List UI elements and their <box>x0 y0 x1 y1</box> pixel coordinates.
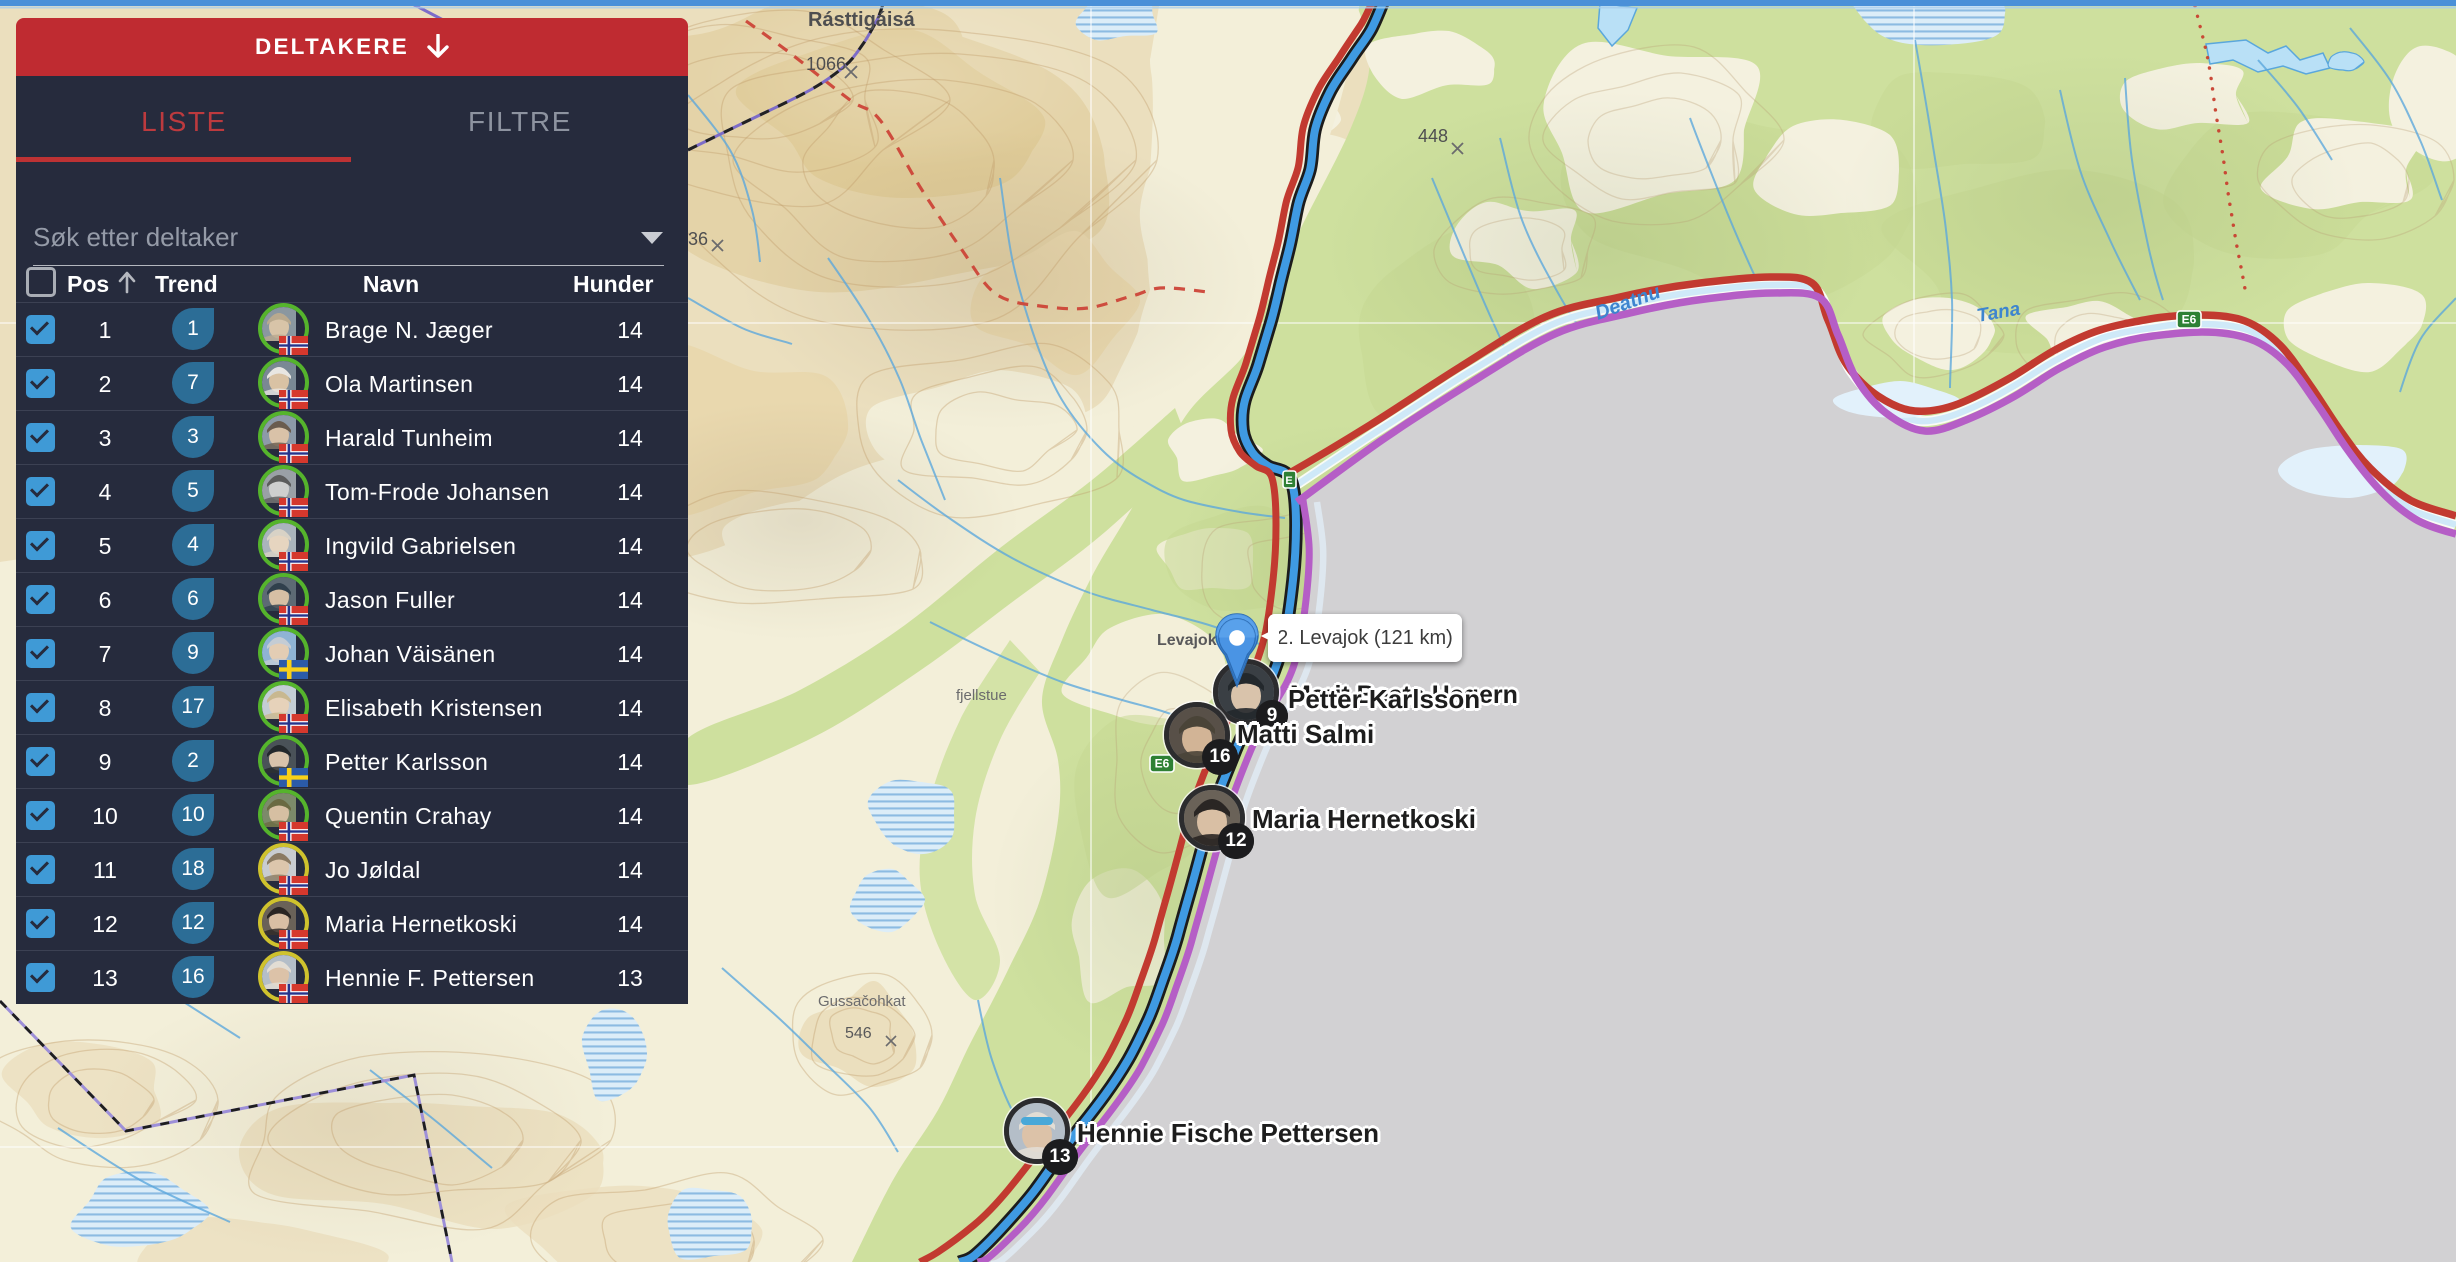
svg-text:546: 546 <box>845 1025 872 1042</box>
svg-text:E6: E6 <box>1155 757 1170 771</box>
svg-text:448: 448 <box>1418 126 1448 146</box>
svg-text:Rásttigáisá: Rásttigáisá <box>808 9 916 31</box>
svg-text:E6: E6 <box>2182 313 2197 327</box>
svg-text:1066: 1066 <box>806 54 846 74</box>
svg-text:Levajok: Levajok <box>1157 632 1217 649</box>
svg-text:36: 36 <box>688 229 708 249</box>
svg-text:E: E <box>1285 475 1292 487</box>
svg-text:fjellstue: fjellstue <box>956 687 1007 704</box>
svg-text:Gussačohkat: Gussačohkat <box>818 993 906 1010</box>
